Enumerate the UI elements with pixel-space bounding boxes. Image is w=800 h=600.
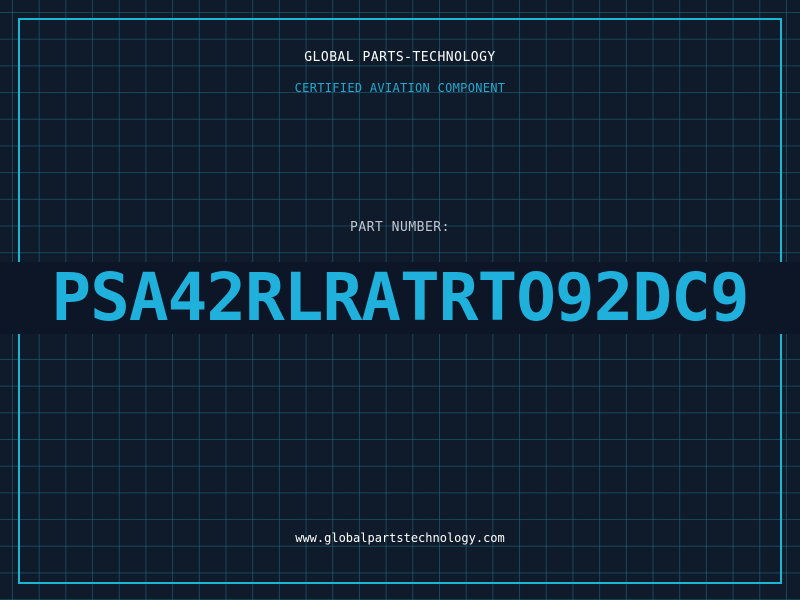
part-number-value: PSA42RLRATRTO92DC9 (51, 262, 749, 334)
company-name: GLOBAL PARTS-TECHNOLOGY (304, 50, 496, 65)
website-link[interactable]: www.globalpartstechnology.com (0, 531, 800, 545)
part-number-label: PART NUMBER: (350, 220, 450, 235)
certification-tagline: CERTIFIED AVIATION COMPONENT (294, 81, 506, 95)
part-number-band: PSA42RLRATRTO92DC9 (0, 262, 800, 334)
